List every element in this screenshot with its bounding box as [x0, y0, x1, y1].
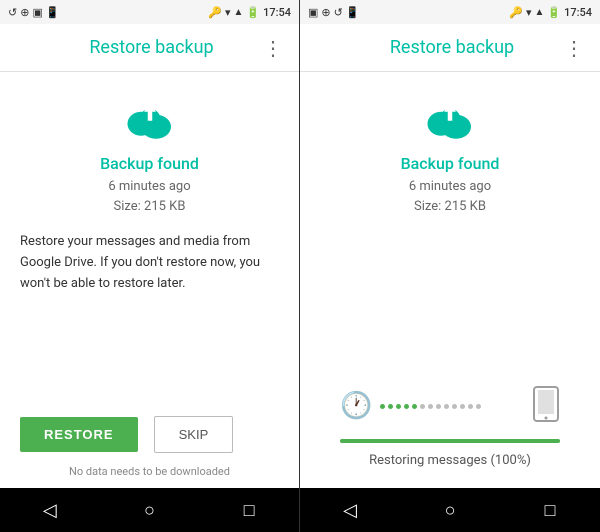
home-button[interactable]: ○ — [129, 490, 169, 530]
cloud-icon-wrap — [120, 92, 180, 146]
backup-found-label-2: Backup found — [401, 154, 500, 173]
dot-4 — [404, 404, 409, 409]
status-bar-right-2: 🔑 ▾ ▲ 🔋 17:54 — [509, 6, 592, 19]
page-title-2: Restore backup — [340, 37, 564, 58]
status-battery-icon-2: 🔋 — [547, 6, 561, 19]
progress-area: 🕐 — [320, 381, 580, 468]
dot-10 — [452, 404, 457, 409]
action-buttons: RESTORE SKIP — [0, 416, 299, 461]
status-time: 17:54 — [263, 6, 291, 19]
history-icon: 🕐 — [340, 391, 372, 421]
cloud-icon-wrap-2 — [420, 92, 480, 146]
status-icon-phone-2: 📱 — [346, 6, 360, 19]
dot-11 — [460, 404, 465, 409]
status-battery-icon: 🔋 — [246, 6, 260, 19]
nav-bar: ◁ ○ □ — [0, 488, 299, 532]
restoring-status-label: Restoring messages (100%) — [369, 453, 531, 468]
status-signal-icon: ▾ — [225, 6, 231, 19]
status-signal-icon-2: ▾ — [526, 6, 532, 19]
back-button[interactable]: ◁ — [30, 490, 70, 530]
backup-time-2: 6 minutes ago — [409, 177, 491, 197]
status-bar: ↺ ⊕ ▣ 📱 🔑 ▾ ▲ 🔋 17:54 — [0, 0, 299, 24]
recents-button[interactable]: □ — [229, 490, 269, 530]
phone-device-icon — [532, 386, 560, 426]
backup-meta: 6 minutes ago Size: 215 KB — [108, 177, 190, 216]
backup-size-2: Size: 215 KB — [409, 197, 491, 217]
dot-13 — [476, 404, 481, 409]
status-bar-left-2: ▣ ⊕ ↺ 📱 — [308, 6, 360, 19]
status-icon-screen-2: ▣ — [308, 6, 318, 19]
status-bar-left: ↺ ⊕ ▣ 📱 — [8, 6, 60, 19]
status-time-2: 17:54 — [564, 6, 592, 19]
status-wifi-icon-2: ▲ — [534, 7, 544, 18]
recents-button-2[interactable]: □ — [530, 490, 570, 530]
no-download-notice: No data needs to be downloaded — [0, 461, 299, 488]
nav-bar-2: ◁ ○ □ — [300, 488, 600, 532]
dot-9 — [444, 404, 449, 409]
restore-button[interactable]: RESTORE — [20, 417, 138, 452]
overflow-menu-icon[interactable]: ⋮ — [263, 36, 283, 60]
status-icon-phone: 📱 — [46, 6, 60, 19]
progress-dots — [380, 405, 520, 407]
dot-2 — [388, 404, 393, 409]
status-wifi-icon: ▲ — [233, 7, 243, 18]
overflow-menu-icon-2[interactable]: ⋮ — [564, 36, 584, 60]
app-bar-2: Restore backup ⋮ — [300, 24, 600, 72]
backup-time: 6 minutes ago — [108, 177, 190, 197]
main-content: Backup found 6 minutes ago Size: 215 KB … — [0, 72, 299, 416]
status-icon-add: ⊕ — [20, 6, 29, 19]
page-title: Restore backup — [40, 37, 263, 58]
status-icon-refresh-2: ↺ — [334, 6, 343, 19]
progress-track: 🕐 — [340, 381, 560, 431]
dot-1 — [380, 404, 385, 409]
progress-bar-fill — [340, 439, 560, 443]
cloud-upload-icon-2 — [420, 92, 480, 142]
dot-12 — [468, 404, 473, 409]
status-icon-location-2: ⊕ — [321, 6, 330, 19]
panel-restoring: ▣ ⊕ ↺ 📱 🔑 ▾ ▲ 🔋 17:54 Restore backup ⋮ — [300, 0, 600, 532]
cloud-upload-icon — [120, 92, 180, 142]
dot-3 — [396, 404, 401, 409]
backup-found-label: Backup found — [100, 154, 199, 173]
dot-6 — [420, 404, 425, 409]
back-button-2[interactable]: ◁ — [330, 490, 370, 530]
status-key-icon: 🔑 — [208, 6, 222, 19]
status-icon-refresh: ↺ — [8, 6, 17, 19]
skip-button[interactable]: SKIP — [154, 416, 234, 453]
dot-5 — [412, 404, 417, 409]
dot-8 — [436, 404, 441, 409]
backup-meta-2: 6 minutes ago Size: 215 KB — [409, 177, 491, 216]
panel-restore-backup: ↺ ⊕ ▣ 📱 🔑 ▾ ▲ 🔋 17:54 Restore backup ⋮ — [0, 0, 300, 532]
main-content-2: Backup found 6 minutes ago Size: 215 KB … — [300, 72, 600, 488]
status-bar-2: ▣ ⊕ ↺ 📱 🔑 ▾ ▲ 🔋 17:54 — [300, 0, 600, 24]
dot-7 — [428, 404, 433, 409]
status-bar-right: 🔑 ▾ ▲ 🔋 17:54 — [208, 6, 291, 19]
app-bar: Restore backup ⋮ — [0, 24, 299, 72]
status-icon-screen: ▣ — [32, 6, 42, 19]
progress-bar-wrap — [340, 439, 560, 443]
backup-size: Size: 215 KB — [108, 197, 190, 217]
status-key-icon-2: 🔑 — [509, 6, 523, 19]
restore-description: Restore your messages and media from Goo… — [20, 232, 279, 294]
home-button-2[interactable]: ○ — [430, 490, 470, 530]
